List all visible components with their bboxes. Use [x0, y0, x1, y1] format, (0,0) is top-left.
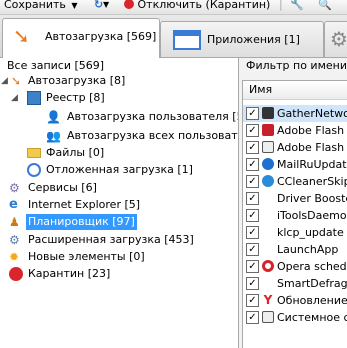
- table-row[interactable]: ✓ iToolsDaemo: [243, 207, 347, 224]
- table-row[interactable]: ✓ Driver Booste: [243, 190, 347, 207]
- row-checkbox[interactable]: ✓: [246, 209, 259, 222]
- column-header-name[interactable]: Имя: [243, 81, 347, 100]
- user-icon: 👤: [46, 110, 61, 124]
- opera-icon: [262, 260, 274, 272]
- extended-icon: ⚙: [9, 233, 20, 247]
- table-row[interactable]: ✓ CCleanerSkip: [243, 173, 347, 190]
- collapse-icon: ◢: [1, 76, 8, 86]
- chevron-down-icon: ▼: [71, 1, 78, 10]
- entries-pane: Фильтр по имени: Имя ✓ GatherNetwo ✓ Ado…: [239, 58, 347, 348]
- internet-explorer-icon: e: [9, 197, 18, 212]
- tab-applications[interactable]: Приложения [1]: [160, 21, 324, 57]
- registry-icon: [27, 91, 41, 105]
- tab-settings[interactable]: ⚙: [324, 21, 347, 57]
- table-row[interactable]: ✓ Системное с: [243, 309, 347, 326]
- entries-grid: Имя ✓ GatherNetwo ✓ Adobe Flash ✓ Adobe …: [242, 80, 347, 348]
- stop-icon: [9, 267, 23, 281]
- stop-icon: [124, 0, 134, 9]
- table-row[interactable]: ✓ Y Обновление: [243, 292, 347, 309]
- table-row[interactable]: ✓ SmartDefrag_: [243, 275, 347, 292]
- collapse-icon: ◢: [11, 93, 18, 103]
- save-button[interactable]: Сохранить ▼: [4, 0, 78, 13]
- folder-icon: [27, 148, 41, 158]
- app-icon: [262, 107, 274, 119]
- table-row[interactable]: ✓ klcp_update: [243, 224, 347, 241]
- refresh-icon[interactable]: ↻: [94, 0, 103, 13]
- yandex-icon: Y: [263, 293, 273, 307]
- filter-label: Фильтр по имени:: [246, 59, 347, 72]
- gears-icon: ⚙: [9, 181, 20, 195]
- row-checkbox[interactable]: ✓: [246, 107, 259, 120]
- toolbar-separator: |: [279, 0, 283, 11]
- disable-button[interactable]: Отключить (Карантин): [124, 0, 270, 13]
- chevron-down-icon[interactable]: ▼: [103, 0, 109, 13]
- tab-autostart[interactable]: ➘ Автозагрузка [569]: [2, 18, 160, 58]
- row-checkbox[interactable]: ✓: [246, 175, 259, 188]
- row-checkbox[interactable]: ✓: [246, 226, 259, 239]
- search-icon[interactable]: 🔍: [318, 0, 332, 13]
- window-icon: [262, 311, 274, 323]
- ccleaner-icon: [262, 175, 274, 187]
- table-row[interactable]: ✓ Adobe Flash: [243, 139, 347, 156]
- row-checkbox[interactable]: ✓: [246, 124, 259, 137]
- gear-icon: ⚙: [330, 27, 347, 51]
- adobe-flash-icon: [262, 124, 274, 136]
- new-star-icon: ✹: [9, 250, 20, 264]
- table-row[interactable]: ✓ Adobe Flash: [243, 122, 347, 139]
- autostart-arrow-icon: ➘: [11, 74, 22, 88]
- scheduler-icon: ♟: [9, 215, 20, 229]
- row-checkbox[interactable]: ✓: [246, 277, 259, 290]
- row-checkbox[interactable]: ✓: [246, 192, 259, 205]
- autostart-arrow-icon: ➘: [13, 24, 30, 48]
- row-checkbox[interactable]: ✓: [246, 158, 259, 171]
- users-icon: 👥: [46, 129, 61, 143]
- window-icon: [262, 141, 274, 153]
- row-checkbox[interactable]: ✓: [246, 260, 259, 273]
- row-checkbox[interactable]: ✓: [246, 141, 259, 154]
- row-checkbox[interactable]: ✓: [246, 294, 259, 307]
- wrench-icon[interactable]: 🔧: [290, 0, 304, 13]
- table-row[interactable]: ✓ Opera sched: [243, 258, 347, 275]
- table-row[interactable]: ✓ MailRuUpdat: [243, 156, 347, 173]
- table-row[interactable]: ✓ LaunchApp: [243, 241, 347, 258]
- clock-icon: [27, 163, 41, 177]
- mailru-icon: [262, 158, 274, 170]
- category-tree: Все записи [569] ◢ ➘ Автозагрузка [8] ◢ …: [0, 58, 239, 348]
- tab-strip: ➘ Автозагрузка [569] Приложения [1] ⚙: [0, 15, 347, 58]
- row-checkbox[interactable]: ✓: [246, 243, 259, 256]
- row-checkbox[interactable]: ✓: [246, 311, 259, 324]
- window-icon: [173, 30, 201, 50]
- toolbar: Сохранить ▼ ↻ ▼ Отключить (Карантин) | 🔧…: [0, 0, 347, 15]
- table-row[interactable]: ✓ GatherNetwo: [243, 105, 347, 122]
